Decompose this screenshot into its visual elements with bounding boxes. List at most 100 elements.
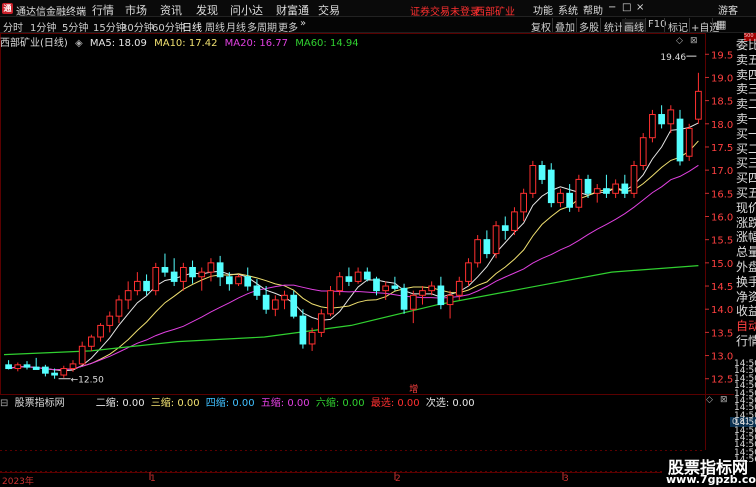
candle-up [593, 188, 601, 194]
tool-mark[interactable]: 标记 [668, 19, 688, 34]
candle-down [143, 280, 150, 292]
candle-up [649, 114, 656, 139]
settings-diamond-icon[interactable]: ◇ [676, 36, 683, 46]
candle-up [69, 363, 77, 370]
menu-discover[interactable]: 发现 [196, 2, 218, 18]
x-label-year: 2023年 [2, 477, 34, 487]
menu-help[interactable]: 帮助 [583, 2, 603, 17]
candle-down [676, 118, 684, 162]
candle-up [179, 266, 187, 282]
kline-chart[interactable]: 19.50 19.00 18.50 18.00 17.50 17.00 16.50 16.00… [0, 33, 734, 483]
candle-down [603, 188, 610, 194]
sub-item-3: 三缩: 0.00 [150, 398, 200, 409]
tool-multi-stock[interactable]: 多股 [579, 19, 599, 34]
candles [5, 72, 702, 379]
candle-up [630, 165, 638, 194]
candle-up [529, 165, 537, 194]
ma5-line [8, 122, 699, 372]
period-30min[interactable]: 30分钟 [121, 19, 154, 34]
menu-wenxiaoda[interactable]: 问小达 [230, 2, 263, 18]
tool-statistics[interactable]: 统计 [604, 19, 624, 34]
sub-item-next: 次选: 0.00 [425, 398, 475, 409]
sub-settings-icon[interactable]: ◇ [706, 395, 713, 405]
login-notice[interactable]: 证券交易未登录 [410, 3, 480, 18]
divider [600, 18, 601, 32]
period-60min[interactable]: 60分钟 [152, 19, 185, 34]
chart-grid: 19.50 19.00 18.50 18.00 17.50 17.00 16.50 16.00… [0, 33, 734, 480]
price-label: 15.00 [711, 259, 734, 270]
sub-item-6: 六缩: 0.00 [315, 398, 365, 409]
minimize-icon[interactable]: − [608, 2, 616, 13]
guest-user[interactable]: 游客 [718, 2, 738, 17]
tool-overlay[interactable]: 叠加 [555, 19, 575, 34]
price-label: 15.50 [711, 236, 734, 247]
period-daily[interactable]: 日线 [182, 19, 202, 34]
candle-up [575, 178, 583, 208]
period-weekly[interactable]: 周线 [205, 19, 225, 34]
close-icon[interactable]: × [636, 2, 644, 13]
x-label-month-1: 1 [150, 474, 156, 484]
menu-news[interactable]: 资讯 [160, 2, 182, 18]
price-label: 14.50 [711, 282, 734, 293]
candle-down [170, 271, 178, 282]
period-intraday[interactable]: 分时 [3, 19, 23, 34]
menu-system[interactable]: 系统 [558, 2, 578, 17]
chart-stock-label: 西部矿业(日线) [0, 38, 68, 49]
side-label[interactable]: 行情 [736, 332, 756, 349]
candle-up [152, 266, 160, 292]
tool-draw-line[interactable]: 画线 [622, 19, 646, 34]
candle-down [32, 366, 40, 370]
grid-icon[interactable]: ▦ [716, 18, 726, 31]
candle-up [612, 183, 619, 194]
candle-up [281, 294, 288, 301]
menu-trade[interactable]: 交易 [318, 2, 340, 18]
candle-down [621, 183, 629, 194]
candle-up [14, 364, 22, 370]
candle-up [520, 192, 528, 213]
candle-down [253, 285, 261, 296]
price-label: 19.00 [711, 73, 734, 84]
main-chart-frame [0, 33, 706, 395]
period-multi[interactable]: 多周期 [247, 19, 277, 34]
menu-function[interactable]: 功能 [533, 2, 553, 17]
candle-up [115, 299, 123, 317]
candle-down [566, 192, 573, 208]
ma60-label: MA60: 14.94 [295, 38, 359, 49]
candle-up [511, 211, 518, 231]
period-monthly[interactable]: 月线 [226, 19, 246, 34]
sub-item-2: 二缩: 0.00 [95, 398, 145, 409]
candle-down [483, 239, 491, 255]
menu-quotes[interactable]: 行情 [92, 2, 114, 18]
sub-indicator-header: ⊟ 股票指标网 二缩: 0.00 三缩: 0.00 四缩: 0.00 五缩: 0… [0, 394, 705, 409]
sub-collapse-icon[interactable]: ⊠ [720, 395, 728, 405]
more-chevron-icon[interactable]: » [300, 18, 306, 29]
menu-caifutong[interactable]: 财富通 [276, 2, 309, 18]
divider [712, 18, 713, 32]
candle-up [685, 127, 693, 157]
price-label: 17.50 [711, 143, 734, 154]
stock-name-title: 西部矿业 [475, 7, 515, 18]
sub-indicator-icon: ⊟ [0, 398, 9, 409]
low-price-label: ←12.50 [71, 376, 105, 386]
candle-up [382, 285, 390, 292]
period-1min[interactable]: 1分钟 [30, 19, 56, 34]
x-label-month-3: 3 [563, 474, 569, 484]
candle-up [465, 262, 472, 282]
candle-up [317, 313, 325, 333]
candle-down [437, 285, 445, 306]
tool-adjust[interactable]: 复权 [531, 19, 551, 34]
ma-indicator-icon: ◈ [75, 38, 83, 49]
menu-market[interactable]: 市场 [125, 2, 147, 18]
candle-up [124, 290, 132, 301]
period-5min[interactable]: 5分钟 [62, 19, 88, 34]
candle-up [428, 285, 436, 292]
maximize-icon[interactable]: □ [622, 2, 631, 13]
sub-indicator-name[interactable]: 股票指标网 [15, 398, 65, 409]
collapse-icon[interactable]: ⊠ [690, 36, 698, 46]
period-more[interactable]: 更多 [278, 19, 298, 34]
candle-down [547, 169, 555, 204]
price-label: 12.50 [711, 375, 734, 386]
candle-up [78, 345, 86, 365]
divider [576, 18, 577, 32]
candle-up [695, 90, 702, 120]
